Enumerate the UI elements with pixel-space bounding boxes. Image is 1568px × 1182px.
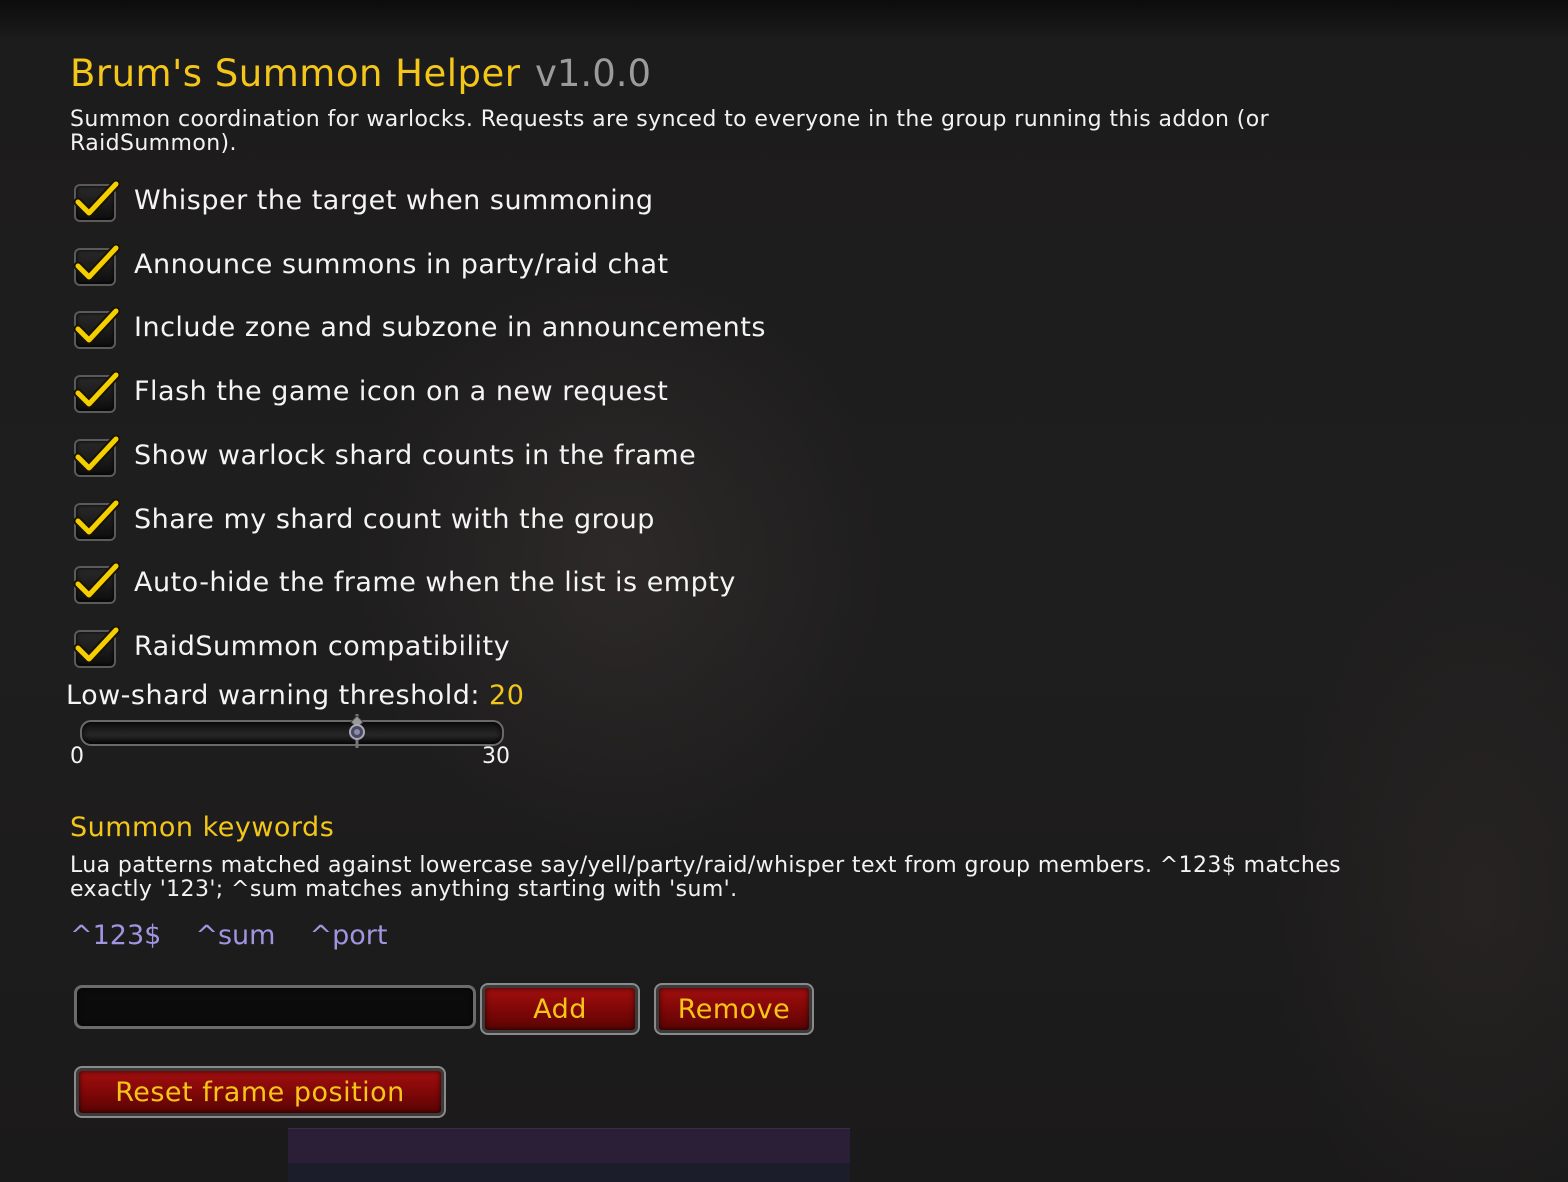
remove-keyword-button[interactable]: Remove bbox=[654, 983, 814, 1035]
checkmark-icon bbox=[73, 626, 120, 664]
checkmark-icon bbox=[73, 307, 120, 345]
threshold-slider-track[interactable] bbox=[80, 720, 504, 746]
slider-label-row: Low-shard warning threshold: 20 bbox=[66, 680, 524, 711]
keyword-item[interactable]: ^port bbox=[309, 920, 387, 951]
option-row[interactable]: Share my shard count with the group bbox=[72, 497, 655, 541]
option-row[interactable]: Include zone and subzone in announcement… bbox=[72, 305, 766, 349]
option-row[interactable]: Auto-hide the frame when the list is emp… bbox=[72, 560, 736, 604]
checkbox[interactable] bbox=[72, 371, 120, 413]
checkbox[interactable] bbox=[72, 435, 120, 477]
reset-frame-position-button[interactable]: Reset frame position bbox=[74, 1066, 446, 1118]
checkbox[interactable] bbox=[72, 626, 120, 668]
addon-title: Brum's Summon Helper bbox=[70, 52, 521, 95]
option-row[interactable]: Announce summons in party/raid chat bbox=[72, 242, 669, 286]
checkbox[interactable] bbox=[72, 180, 120, 222]
keyword-item[interactable]: ^123$ bbox=[70, 920, 161, 951]
option-label: RaidSummon compatibility bbox=[134, 630, 511, 662]
checkmark-icon bbox=[73, 435, 120, 473]
checkbox[interactable] bbox=[72, 499, 120, 541]
option-label: Auto-hide the frame when the list is emp… bbox=[134, 566, 736, 598]
option-label: Announce summons in party/raid chat bbox=[134, 248, 669, 280]
keyword-input[interactable] bbox=[74, 985, 476, 1029]
slider-min-label: 0 bbox=[70, 744, 84, 769]
checkmark-icon bbox=[73, 244, 120, 282]
threshold-slider-thumb[interactable] bbox=[347, 712, 367, 750]
slider-value: 20 bbox=[489, 680, 525, 711]
summon-frame-preview bbox=[288, 1128, 850, 1182]
checkmark-icon bbox=[73, 371, 120, 409]
option-label: Whisper the target when summoning bbox=[134, 184, 654, 216]
addon-version: v1.0.0 bbox=[535, 52, 652, 95]
checkmark-icon bbox=[73, 499, 120, 537]
checkbox[interactable] bbox=[72, 562, 120, 604]
option-label: Show warlock shard counts in the frame bbox=[134, 439, 697, 471]
option-label: Flash the game icon on a new request bbox=[134, 375, 669, 407]
keywords-section-description: Lua patterns matched against lowercase s… bbox=[70, 853, 1341, 902]
option-label: Share my shard count with the group bbox=[134, 503, 655, 535]
checkmark-icon bbox=[73, 562, 120, 600]
option-row[interactable]: Show warlock shard counts in the frame bbox=[72, 433, 696, 477]
slider-label: Low-shard warning threshold: bbox=[66, 680, 480, 711]
checkbox[interactable] bbox=[72, 307, 120, 349]
option-row[interactable]: RaidSummon compatibility bbox=[72, 624, 510, 668]
add-keyword-button[interactable]: Add bbox=[480, 983, 640, 1035]
option-row[interactable]: Flash the game icon on a new request bbox=[72, 369, 668, 413]
keywords-section-title: Summon keywords bbox=[70, 812, 335, 843]
keyword-list: ^123$ ^sum ^port bbox=[70, 920, 387, 951]
slider-max-label: 30 bbox=[482, 744, 510, 769]
keyword-item[interactable]: ^sum bbox=[195, 920, 275, 951]
settings-panel: Brum's Summon Helper v1.0.0 Summon coord… bbox=[0, 0, 1568, 1182]
addon-description: Summon coordination for warlocks. Reques… bbox=[70, 107, 1270, 156]
checkbox[interactable] bbox=[72, 244, 120, 286]
option-row[interactable]: Whisper the target when summoning bbox=[72, 178, 654, 222]
option-label: Include zone and subzone in announcement… bbox=[134, 311, 766, 343]
checkmark-icon bbox=[73, 180, 120, 218]
